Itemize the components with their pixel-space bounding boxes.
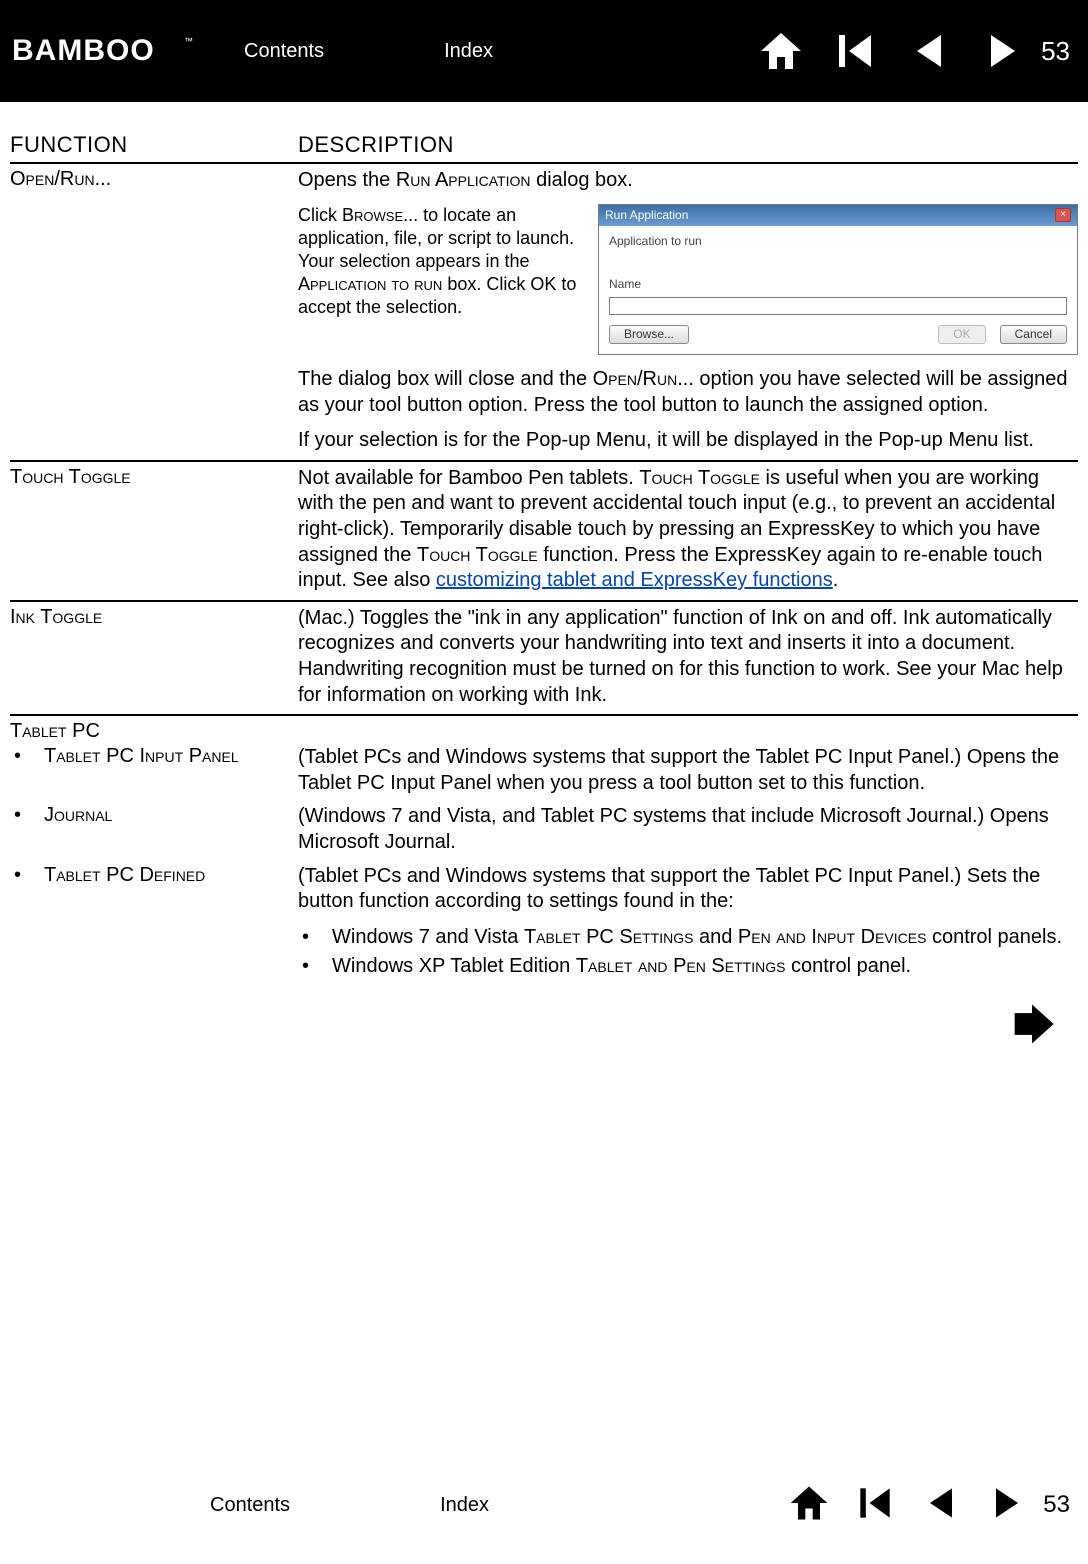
next-page-icon[interactable] [979,27,1027,75]
first-page-icon[interactable] [853,1481,897,1530]
customizing-link[interactable]: customizing tablet and ExpressKey functi… [436,569,833,591]
func-tablet-pc: Tablet PC [10,720,100,742]
bullet-marker: • [298,954,332,980]
dialog-browse-button[interactable]: Browse... [609,325,689,344]
open-run-para3: If your selection is for the Pop-up Menu… [298,428,1078,454]
first-page-icon[interactable] [831,27,879,75]
func-open-run: Open/Run... [10,168,111,190]
prev-page-icon[interactable] [919,1481,963,1530]
touch-toggle-desc: Not available for Bamboo Pen tablets. To… [298,466,1078,594]
page-number-bottom: 53 [1043,1491,1070,1519]
open-run-para2: The dialog box will close and the Open/R… [298,367,1078,418]
open-run-instructions: Click Browse... to locate an application… [298,204,578,319]
func-ink-toggle: Ink Toggle [10,606,102,628]
tablet-pc-defined-sub1: Windows 7 and Vista Tablet PC Settings a… [332,925,1078,951]
svg-text:BAMBOO: BAMBOO [12,34,155,67]
home-icon[interactable] [787,1481,831,1530]
tablet-pc-input-panel-desc: (Tablet PCs and Windows systems that sup… [298,745,1078,796]
column-header-description: DESCRIPTION [298,132,454,158]
bullet-marker: • [10,745,44,796]
dialog-cancel-button[interactable]: Cancel [1000,325,1067,344]
bottom-index-link[interactable]: Index [440,1494,489,1517]
open-run-intro: Opens the Run Application dialog box. [298,168,1078,194]
journal-desc: (Windows 7 and Vista, and Tablet PC syst… [298,804,1078,855]
ink-toggle-desc: (Mac.) Toggles the "ink in any applicati… [298,606,1078,708]
func-tablet-pc-input-panel: Tablet PC Input Panel [44,745,239,767]
dialog-name-input[interactable] [609,297,1067,315]
dialog-name-label: Name [609,277,1067,292]
run-application-dialog: Run Application × Application to run Nam… [598,204,1078,355]
bullet-marker: • [298,925,332,951]
bullet-marker: • [10,864,44,982]
dialog-title-text: Run Application [605,208,688,223]
nav-contents-link[interactable]: Contents [244,40,324,63]
prev-page-icon[interactable] [905,27,953,75]
next-page-icon[interactable] [985,1481,1029,1530]
bottom-contents-link[interactable]: Contents [210,1494,290,1517]
tablet-pc-defined-sub2: Windows XP Tablet Edition Tablet and Pen… [332,954,1078,980]
bottom-navbar: Contents Index 53 [0,1475,1088,1554]
func-journal: Journal [44,804,112,826]
dialog-close-button[interactable]: × [1055,208,1071,222]
bamboo-logo: BAMBOO ™ [12,30,204,72]
continue-next-icon[interactable] [1006,1037,1058,1054]
home-icon[interactable] [757,27,805,75]
dialog-app-label: Application to run [609,234,1067,249]
dialog-ok-button[interactable]: OK [938,325,985,344]
func-touch-toggle: Touch Toggle [10,466,131,488]
tablet-pc-defined-desc: (Tablet PCs and Windows systems that sup… [298,865,1040,913]
column-header-function: FUNCTION [10,132,298,158]
nav-index-link[interactable]: Index [444,40,493,63]
top-navbar: BAMBOO ™ Contents Index 53 [0,0,1088,102]
svg-text:™: ™ [184,36,193,46]
bullet-marker: • [10,804,44,855]
func-tablet-pc-defined: Tablet PC Defined [44,864,205,886]
page-number-top: 53 [1041,36,1070,67]
